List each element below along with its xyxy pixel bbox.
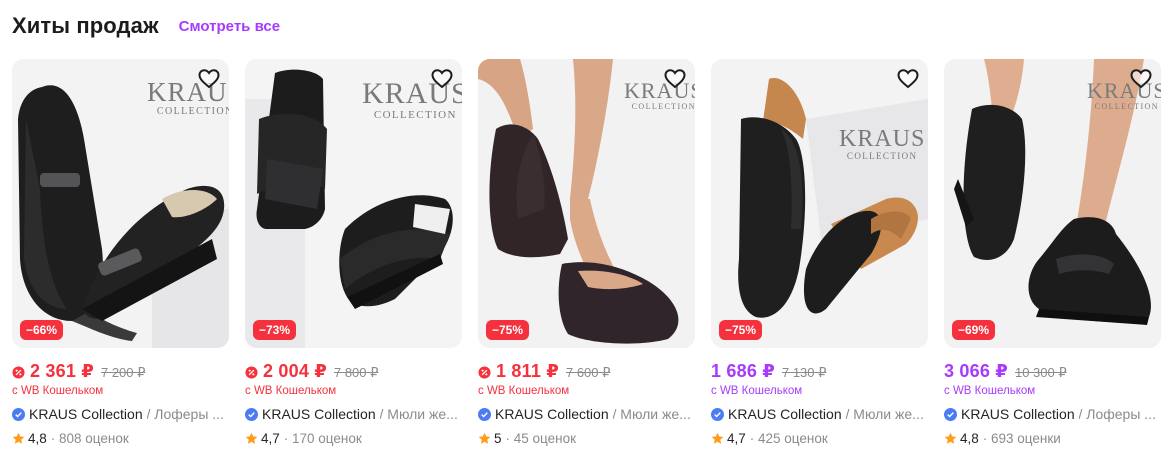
heart-icon[interactable] — [896, 67, 920, 91]
rating-value: 5 — [494, 431, 502, 446]
star-icon — [711, 432, 724, 444]
rating-row: 4,7 · 170 оценок — [245, 431, 462, 446]
product-list: KRAUS COLLECTION −66% 2 361 ₽ 7 200 ₽ с … — [12, 59, 1161, 446]
price-row: 3 066 ₽ 10 300 ₽ — [944, 361, 1161, 383]
brand-logo: KRAUS COLLECTION — [839, 126, 926, 161]
price-row: 2 004 ₽ 7 800 ₽ — [245, 361, 462, 383]
heart-icon[interactable] — [197, 67, 221, 91]
product-image[interactable]: KRAUS COLLECTION −75% — [711, 59, 928, 348]
product-card[interactable]: KRAUS COLLECTION −73% 2 004 ₽ 7 800 ₽ с … — [245, 59, 462, 446]
product-card[interactable]: KRAUS COLLECTION −69% 3 066 ₽ 10 300 ₽ с… — [944, 59, 1161, 446]
verified-icon — [478, 407, 491, 421]
product-image[interactable]: KRAUS COLLECTION −75% — [478, 59, 695, 348]
rating-value: 4,7 — [727, 431, 746, 446]
product-card[interactable]: KRAUS COLLECTION −75% 1 811 ₽ 7 600 ₽ с … — [478, 59, 695, 446]
brand-name: KRAUS Collection — [262, 406, 376, 422]
old-price: 7 130 ₽ — [781, 365, 827, 380]
discount-badge: −66% — [20, 320, 64, 340]
discount-badge: −75% — [486, 320, 530, 340]
section-title: Хиты продаж — [12, 13, 159, 38]
verified-icon — [12, 407, 25, 421]
discount-badge: −73% — [253, 320, 297, 340]
price-row: 1 686 ₽ 7 130 ₽ — [711, 361, 928, 383]
price: 2 361 ₽ — [30, 361, 94, 381]
discount-badge: −75% — [719, 320, 763, 340]
star-icon — [245, 432, 258, 444]
wallet-note: с WB Кошельком — [12, 385, 104, 397]
wallet-note: с WB Кошельком — [944, 385, 1036, 397]
brand-row: KRAUS Collection / Мюли же... — [245, 406, 462, 422]
heart-icon[interactable] — [1129, 67, 1153, 91]
product-card[interactable]: KRAUS COLLECTION −75% 1 686 ₽ 7 130 ₽ с … — [711, 59, 928, 446]
reviews-count: · 693 оценки — [982, 431, 1061, 446]
star-icon — [478, 432, 491, 444]
brand-row: KRAUS Collection / Мюли же... — [711, 406, 928, 422]
brand-row: KRAUS Collection / Лоферы ... — [944, 406, 1161, 422]
product-image[interactable]: KRAUS COLLECTION −66% — [12, 59, 229, 348]
brand-row: KRAUS Collection / Мюли же... — [478, 406, 695, 422]
wallet-discount-icon — [478, 365, 491, 379]
price: 1 686 ₽ — [711, 361, 775, 381]
heart-icon[interactable] — [663, 67, 687, 91]
product-name: / Мюли же... — [612, 406, 691, 422]
star-icon — [12, 432, 25, 444]
rating-value: 4,8 — [960, 431, 979, 446]
wallet-discount-icon — [245, 365, 258, 379]
wallet-note: с WB Кошельком — [245, 385, 337, 397]
product-image[interactable]: KRAUS COLLECTION −69% — [944, 59, 1161, 348]
product-image[interactable]: KRAUS COLLECTION −73% — [245, 59, 462, 348]
reviews-count: · 170 оценок — [283, 431, 362, 446]
brand-name: KRAUS Collection — [728, 406, 842, 422]
rating-row: 4,8 · 693 оценки — [944, 431, 1161, 446]
price: 3 066 ₽ — [944, 361, 1008, 381]
brand-name: KRAUS Collection — [29, 406, 143, 422]
product-card[interactable]: KRAUS COLLECTION −66% 2 361 ₽ 7 200 ₽ с … — [12, 59, 229, 446]
old-price: 7 800 ₽ — [333, 365, 379, 380]
old-price: 7 600 ₽ — [565, 365, 611, 380]
brand-name: KRAUS Collection — [495, 406, 609, 422]
reviews-count: · 45 оценок — [505, 431, 576, 446]
verified-icon — [711, 407, 724, 421]
wallet-note: с WB Кошельком — [478, 385, 570, 397]
see-all-link[interactable]: Смотреть все — [179, 18, 280, 35]
product-name: / Мюли же... — [379, 406, 458, 422]
rating-row: 4,7 · 425 оценок — [711, 431, 928, 446]
verified-icon — [944, 407, 957, 421]
wallet-note: с WB Кошельком — [711, 385, 803, 397]
old-price: 10 300 ₽ — [1014, 365, 1067, 380]
old-price: 7 200 ₽ — [100, 365, 146, 380]
price: 2 004 ₽ — [263, 361, 327, 381]
product-photo — [711, 59, 928, 348]
reviews-count: · 425 оценок — [749, 431, 828, 446]
product-name: / Лоферы ... — [146, 406, 224, 422]
star-icon — [944, 432, 957, 444]
brand-row: KRAUS Collection / Лоферы ... — [12, 406, 229, 422]
reviews-count: · 808 оценок — [50, 431, 129, 446]
rating-row: 5 · 45 оценок — [478, 431, 695, 446]
verified-icon — [245, 407, 258, 421]
rating-value: 4,7 — [261, 431, 280, 446]
product-name: / Мюли же... — [845, 406, 924, 422]
wallet-discount-icon — [12, 365, 25, 379]
brand-name: KRAUS Collection — [961, 406, 1075, 422]
section-header: Хиты продаж Смотреть все — [12, 10, 280, 42]
heart-icon[interactable] — [430, 67, 454, 91]
price: 1 811 ₽ — [496, 361, 559, 381]
discount-badge: −69% — [952, 320, 996, 340]
product-name: / Лоферы ... — [1078, 406, 1156, 422]
price-row: 2 361 ₽ 7 200 ₽ — [12, 361, 229, 383]
rating-row: 4,8 · 808 оценок — [12, 431, 229, 446]
rating-value: 4,8 — [28, 431, 47, 446]
price-row: 1 811 ₽ 7 600 ₽ — [478, 361, 695, 383]
